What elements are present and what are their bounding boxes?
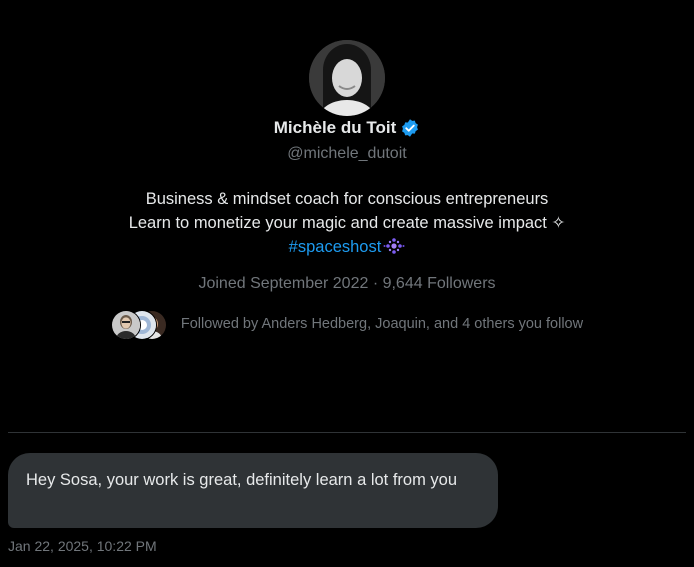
followed-by-text: Followed by Anders Hedberg, Joaquin, and… <box>180 316 584 332</box>
name-row: Michèle du Toit <box>0 118 694 138</box>
joined-followers-info: Joined September 2022 · 9,644 Followers <box>198 275 496 292</box>
message-bubble[interactable]: Hey Sosa, your work is great, definitely… <box>8 453 498 528</box>
follower-avatar <box>110 310 141 340</box>
profile-avatar[interactable] <box>309 40 385 116</box>
follower-facepile <box>110 309 167 340</box>
avatar-photo <box>309 40 385 116</box>
bio-line-2: Learn to monetize your magic and create … <box>128 214 566 232</box>
profile-handle: @michele_dutoit <box>287 145 407 162</box>
message-text: Hey Sosa, your work is great, definitely… <box>26 471 458 489</box>
profile-bio: Business & mindset coach for conscious e… <box>0 187 694 259</box>
bio-line-1: Business & mindset coach for conscious e… <box>145 190 549 208</box>
followed-by-row[interactable]: Followed by Anders Hedberg, Joaquin, and… <box>0 309 694 340</box>
display-name[interactable]: Michèle du Toit <box>274 118 396 138</box>
spaces-hashflag-icon <box>383 238 405 254</box>
message-timestamp: Jan 22, 2025, 10:22 PM <box>8 538 157 554</box>
verified-badge-icon <box>402 119 419 137</box>
bio-line-3: #spaceshost <box>0 235 694 259</box>
section-divider <box>8 432 686 433</box>
hashtag-link[interactable]: #spaceshost <box>289 238 382 256</box>
